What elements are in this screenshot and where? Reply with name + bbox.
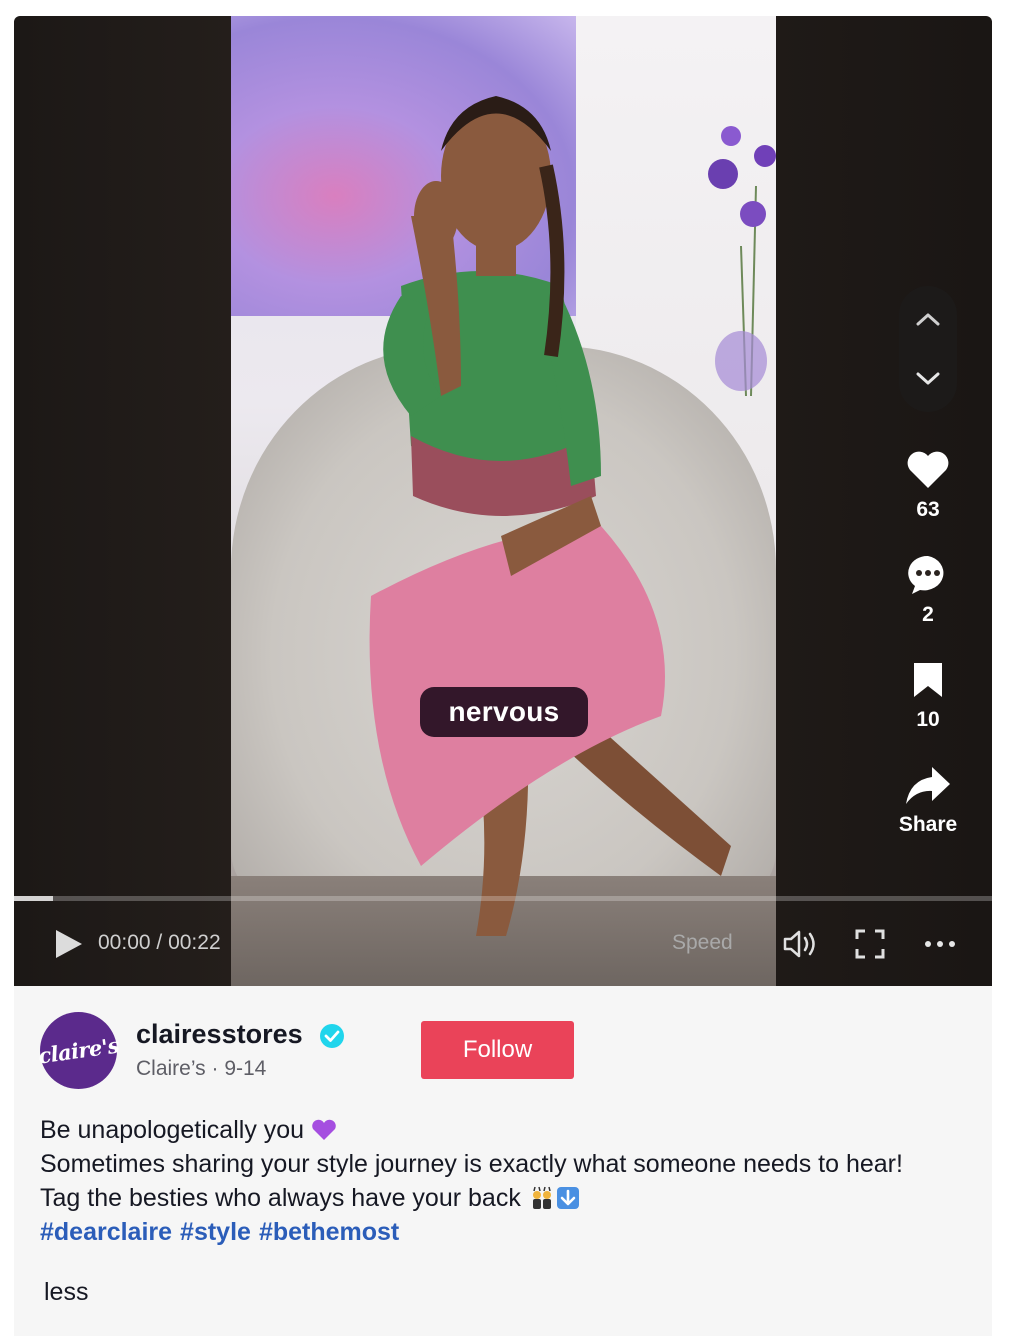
person-figure bbox=[369, 96, 731, 936]
heart-icon bbox=[904, 446, 952, 494]
description-text: Be unapologetically you bbox=[40, 1116, 305, 1144]
share-arrow-icon bbox=[904, 761, 952, 809]
player-controls: 00:00 / 00:22 Speed bbox=[14, 916, 992, 972]
avatar-logo: claire's bbox=[36, 1032, 121, 1069]
share-button[interactable]: Share bbox=[888, 761, 968, 837]
author-display-name: Claire’s bbox=[136, 1057, 206, 1080]
share-label: Share bbox=[898, 813, 958, 836]
video-frame[interactable] bbox=[231, 16, 776, 986]
progress-fill bbox=[14, 896, 54, 901]
author-subline: Claire’s · 9-14 bbox=[136, 1057, 267, 1080]
fullscreen-icon[interactable] bbox=[854, 928, 886, 960]
comment-button[interactable]: 2 bbox=[888, 551, 968, 627]
video-nav bbox=[899, 286, 957, 412]
time-separator: / bbox=[150, 931, 169, 954]
author-avatar[interactable]: claire's bbox=[37, 1012, 120, 1089]
time-display: 00:00 / 00:22 bbox=[98, 931, 221, 955]
save-count: 10 bbox=[916, 708, 940, 731]
previous-video-button[interactable] bbox=[899, 290, 957, 348]
video-caption: nervous bbox=[420, 687, 588, 737]
follow-button[interactable]: Follow bbox=[421, 1021, 574, 1079]
show-less-button[interactable]: less bbox=[44, 1278, 88, 1307]
hashtag-link[interactable]: #dearclaire bbox=[40, 1218, 172, 1246]
current-time: 00:00 bbox=[98, 931, 151, 954]
comment-count: 2 bbox=[922, 603, 934, 626]
dot-icon bbox=[937, 941, 943, 947]
duration: 00:22 bbox=[168, 931, 221, 954]
more-options-button[interactable] bbox=[920, 928, 960, 960]
description-line-2: Sometimes sharing your style journey is … bbox=[40, 1150, 903, 1178]
like-count: 63 bbox=[916, 498, 940, 521]
video-description: Be unapologetically you Sometimes sharin… bbox=[40, 1113, 980, 1249]
women-with-bunny-ears-icon bbox=[532, 1186, 551, 1209]
bookmark-icon bbox=[904, 656, 952, 704]
hashtag-link[interactable]: #bethemost bbox=[259, 1218, 399, 1246]
description-text: Tag the besties who always have your bac… bbox=[40, 1184, 521, 1212]
progress-bar[interactable] bbox=[14, 896, 992, 901]
save-button[interactable]: 10 bbox=[888, 656, 968, 732]
verified-badge-icon bbox=[320, 1024, 344, 1048]
speed-button[interactable]: Speed bbox=[672, 931, 733, 955]
purple-heart-icon bbox=[312, 1119, 336, 1140]
chevron-down-icon bbox=[916, 372, 940, 385]
chevron-up-icon bbox=[916, 313, 940, 326]
comment-icon bbox=[904, 551, 952, 599]
description-line-1: Be unapologetically you bbox=[40, 1113, 980, 1147]
like-button[interactable]: 63 bbox=[888, 446, 968, 522]
volume-icon[interactable] bbox=[782, 928, 820, 960]
hashtags: #dearclaire #style #bethemost bbox=[40, 1215, 980, 1249]
dot-icon bbox=[925, 941, 931, 947]
video-player[interactable]: nervous 63 2 10 Share 00:00 / 00:22 Spee… bbox=[14, 16, 992, 986]
down-arrow-icon bbox=[556, 1187, 579, 1209]
hashtag-link[interactable]: #style bbox=[180, 1218, 251, 1246]
post-date: 9-14 bbox=[224, 1057, 267, 1080]
video-card: nervous 63 2 10 Share 00:00 / 00:22 Spee… bbox=[14, 16, 992, 1336]
dot-icon bbox=[949, 941, 955, 947]
play-icon[interactable] bbox=[52, 928, 84, 960]
next-video-button[interactable] bbox=[899, 350, 957, 408]
author-username[interactable]: clairesstores bbox=[136, 1019, 303, 1050]
description-line-3: Tag the besties who always have your bac… bbox=[40, 1181, 980, 1215]
